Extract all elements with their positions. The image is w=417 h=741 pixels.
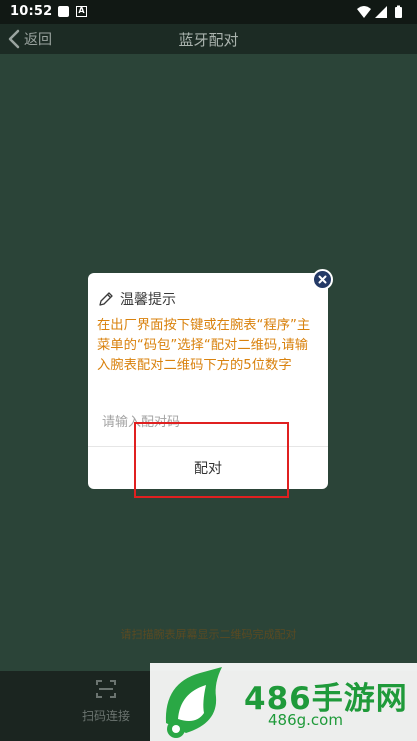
signal-icon [375, 6, 387, 18]
status-bar: 10:52 A [0, 0, 417, 24]
dialog-title: 温馨提示 [120, 292, 176, 308]
dialog-header: 温馨提示 [98, 289, 176, 309]
dialog-message: 在出厂界面按下键或在腕表“程序”主菜单的“码包”选择“配对二维码,请输入腕表配对… [97, 318, 311, 373]
page-title: 蓝牙配对 [178, 31, 239, 49]
watermark: 486手游网 486g.com [150, 663, 417, 741]
scan-connect-button[interactable]: 扫码连接 [60, 679, 152, 735]
pairing-hint: 请扫描腕表屏幕显示二维码完成配对 [120, 628, 297, 641]
logo-icon [165, 667, 222, 738]
watermark-subtitle: 486g.com [268, 711, 343, 729]
status-time: 10:52 [10, 4, 53, 19]
scan-icon [96, 680, 116, 698]
wifi-icon [357, 6, 371, 18]
close-icon [318, 275, 327, 284]
status-icons [357, 5, 402, 18]
dialog-close-button[interactable] [312, 269, 333, 290]
scan-connect-label: 扫码连接 [81, 709, 130, 723]
pencil-icon [99, 292, 113, 306]
nav-bar: 返回 蓝牙配对 [0, 24, 417, 54]
notification-a-icon: A [76, 6, 87, 17]
battery-icon [395, 5, 402, 18]
highlight-box [134, 422, 289, 498]
notification-square-icon [58, 6, 69, 17]
